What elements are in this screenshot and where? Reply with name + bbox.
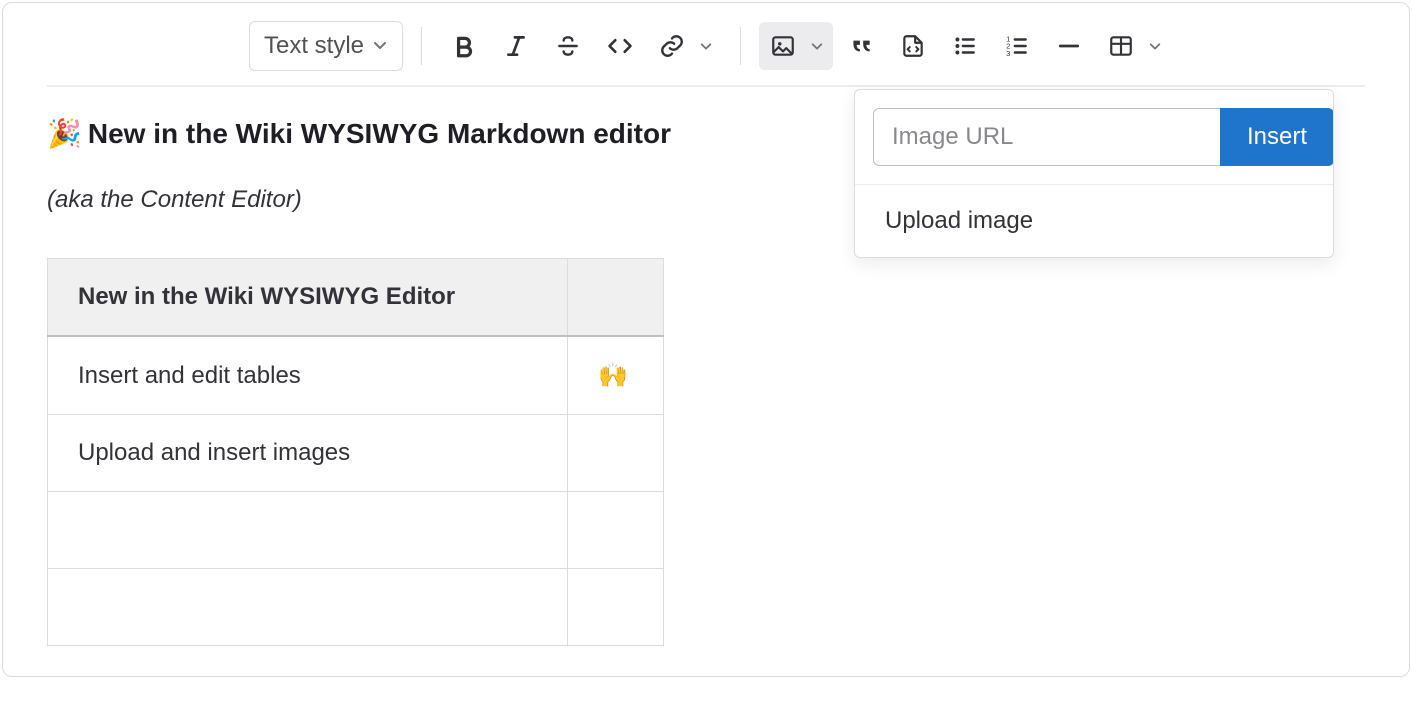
upload-image-option[interactable]: Upload image [855, 185, 1333, 257]
link-group [648, 22, 722, 70]
table-header-cell-empty[interactable] [568, 259, 664, 337]
table-row: Upload and insert images [48, 415, 664, 492]
ordered-list-button[interactable]: 123 [993, 22, 1041, 70]
svg-text:3: 3 [1006, 49, 1010, 58]
bullet-list-button[interactable] [941, 22, 989, 70]
table-cell-reaction[interactable]: 🙌 [568, 336, 664, 415]
table-cell-feature[interactable]: Insert and edit tables [48, 336, 568, 415]
blockquote-button[interactable] [837, 22, 885, 70]
insert-image-button[interactable]: Insert [1220, 108, 1334, 166]
features-table[interactable]: New in the Wiki WYSIWYG Editor Insert an… [47, 258, 664, 646]
image-group [759, 22, 833, 70]
text-style-label: Text style [264, 32, 364, 60]
party-popper-emoji: 🎉 [47, 117, 82, 150]
italic-button[interactable] [492, 22, 540, 70]
table-dropdown-toggle[interactable] [1139, 22, 1171, 70]
heading-text: New in the Wiki WYSIWYG Markdown editor [88, 118, 671, 150]
link-button[interactable] [648, 22, 696, 70]
text-style-dropdown[interactable]: Text style [249, 21, 403, 71]
image-button[interactable] [759, 22, 807, 70]
editor-toolbar: Text style [3, 3, 1409, 71]
table-header-row: New in the Wiki WYSIWYG Editor [48, 259, 664, 337]
code-button[interactable] [596, 22, 644, 70]
toolbar-divider [740, 27, 741, 65]
code-block-button[interactable] [889, 22, 937, 70]
table-row: Insert and edit tables 🙌 [48, 336, 664, 415]
image-url-row: Insert [855, 90, 1333, 185]
image-popover: Insert Upload image [854, 89, 1334, 258]
toolbar-separator-wrap [3, 71, 1409, 87]
table-header-cell[interactable]: New in the Wiki WYSIWYG Editor [48, 259, 568, 337]
table-cell-reaction[interactable] [568, 492, 664, 569]
chevron-down-icon [372, 32, 388, 60]
bold-button[interactable] [440, 22, 488, 70]
horizontal-rule-button[interactable] [1045, 22, 1093, 70]
table-row [48, 569, 664, 646]
table-cell-reaction[interactable] [568, 569, 664, 646]
table-cell-feature[interactable] [48, 569, 568, 646]
editor-container: Text style [2, 2, 1410, 677]
image-dropdown-toggle[interactable] [801, 22, 833, 70]
link-dropdown-toggle[interactable] [690, 22, 722, 70]
table-button[interactable] [1097, 22, 1145, 70]
table-cell-feature[interactable] [48, 492, 568, 569]
toolbar-divider [421, 27, 422, 65]
strikethrough-button[interactable] [544, 22, 592, 70]
table-cell-reaction[interactable] [568, 415, 664, 492]
table-row [48, 492, 664, 569]
table-group [1097, 22, 1171, 70]
table-cell-feature[interactable]: Upload and insert images [48, 415, 568, 492]
image-url-input[interactable] [873, 108, 1220, 166]
